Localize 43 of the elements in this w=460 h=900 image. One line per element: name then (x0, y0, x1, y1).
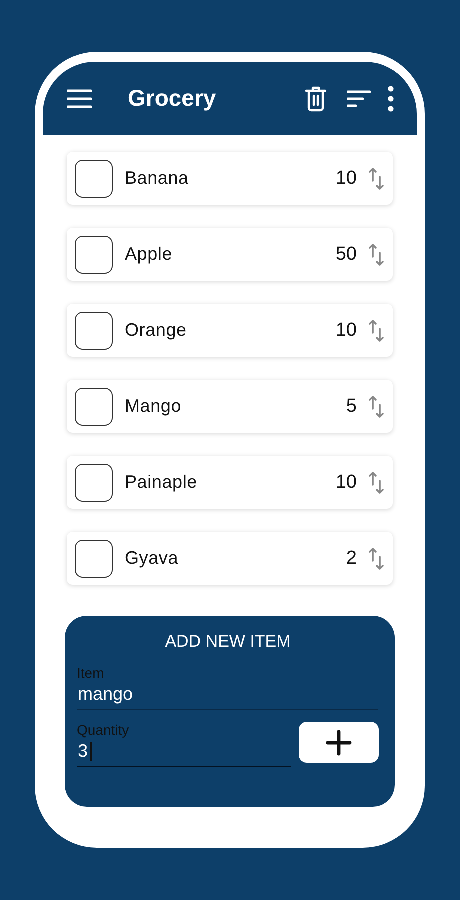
menu-icon[interactable] (67, 88, 92, 108)
item-quantity: 10 (336, 472, 357, 494)
item-name: Banana (125, 168, 190, 189)
plus-icon (326, 730, 352, 756)
checkbox[interactable] (75, 388, 113, 426)
grocery-item-card[interactable]: Orange 10 (67, 304, 393, 357)
checkbox[interactable] (75, 540, 113, 578)
field-label: Quantity (77, 722, 130, 738)
item-name: Gyava (125, 548, 180, 569)
checkbox[interactable] (75, 464, 113, 502)
more-icon[interactable] (387, 86, 395, 112)
add-button[interactable] (299, 722, 379, 763)
item-quantity: 2 (346, 548, 357, 570)
item-name: Painaple (125, 472, 198, 493)
sort-arrows-icon[interactable] (369, 394, 385, 418)
sort-icon[interactable] (347, 88, 371, 108)
item-quantity: 10 (336, 168, 357, 190)
text-cursor (90, 742, 92, 760)
grocery-item-card[interactable]: Banana 10 (67, 152, 393, 205)
checkbox[interactable] (75, 236, 113, 274)
field-label: Item (77, 665, 104, 681)
item-name: Apple (125, 244, 174, 265)
sort-arrows-icon[interactable] (369, 166, 385, 190)
app-title: Grocery (128, 85, 218, 112)
grocery-item-card[interactable]: Painaple 10 (67, 456, 393, 509)
grocery-item-card[interactable]: Apple 50 (67, 228, 393, 281)
trash-icon[interactable] (305, 86, 327, 112)
grocery-item-card[interactable]: Mango 5 (67, 380, 393, 433)
item-name: Orange (125, 320, 188, 341)
checkbox[interactable] (75, 160, 113, 198)
input-field[interactable]: mango (77, 681, 378, 710)
item-quantity: 5 (346, 396, 357, 418)
sort-arrows-icon[interactable] (369, 470, 385, 494)
item-quantity: 10 (336, 320, 357, 342)
sort-arrows-icon[interactable] (369, 242, 385, 266)
item-name: Mango (125, 396, 183, 417)
input-field[interactable]: 3 (77, 738, 291, 767)
sort-arrows-icon[interactable] (369, 546, 385, 570)
panel-title: ADD NEW ITEM (165, 632, 291, 652)
checkbox[interactable] (75, 312, 113, 350)
grocery-item-card[interactable]: Gyava 2 (67, 532, 393, 585)
item-quantity: 50 (336, 244, 357, 266)
sort-arrows-icon[interactable] (369, 318, 385, 342)
